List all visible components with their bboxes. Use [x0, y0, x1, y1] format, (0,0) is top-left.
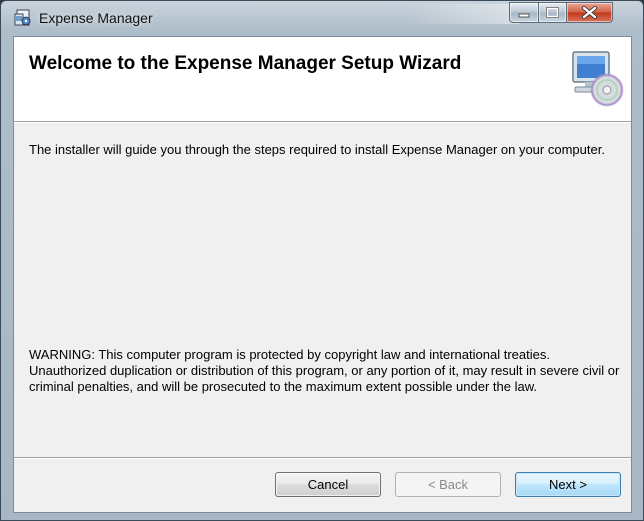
window-title: Expense Manager	[39, 10, 153, 26]
intro-text: The installer will guide you through the…	[29, 142, 605, 157]
close-button[interactable]	[566, 2, 613, 23]
wizard-client-area: Welcome to the Expense Manager Setup Wiz…	[13, 36, 632, 513]
title-bar[interactable]: Expense Manager	[1, 1, 643, 35]
footer-divider	[14, 457, 631, 458]
copyright-warning: WARNING: This computer program is protec…	[29, 347, 620, 394]
next-button[interactable]: Next >	[515, 472, 621, 497]
cancel-button[interactable]: Cancel	[275, 472, 381, 497]
computer-cd-icon	[567, 46, 627, 108]
banner-divider	[14, 122, 631, 123]
minimize-button[interactable]	[509, 2, 539, 23]
background-window-glimpse	[406, 4, 521, 24]
maximize-button[interactable]	[538, 2, 567, 23]
installer-window: Expense Manager Welcome to the Expense M…	[0, 0, 644, 521]
wizard-banner: Welcome to the Expense Manager Setup Wiz…	[14, 37, 631, 122]
back-button[interactable]: < Back	[395, 472, 501, 497]
installer-app-icon	[13, 8, 33, 28]
page-title: Welcome to the Expense Manager Setup Wiz…	[29, 53, 462, 74]
